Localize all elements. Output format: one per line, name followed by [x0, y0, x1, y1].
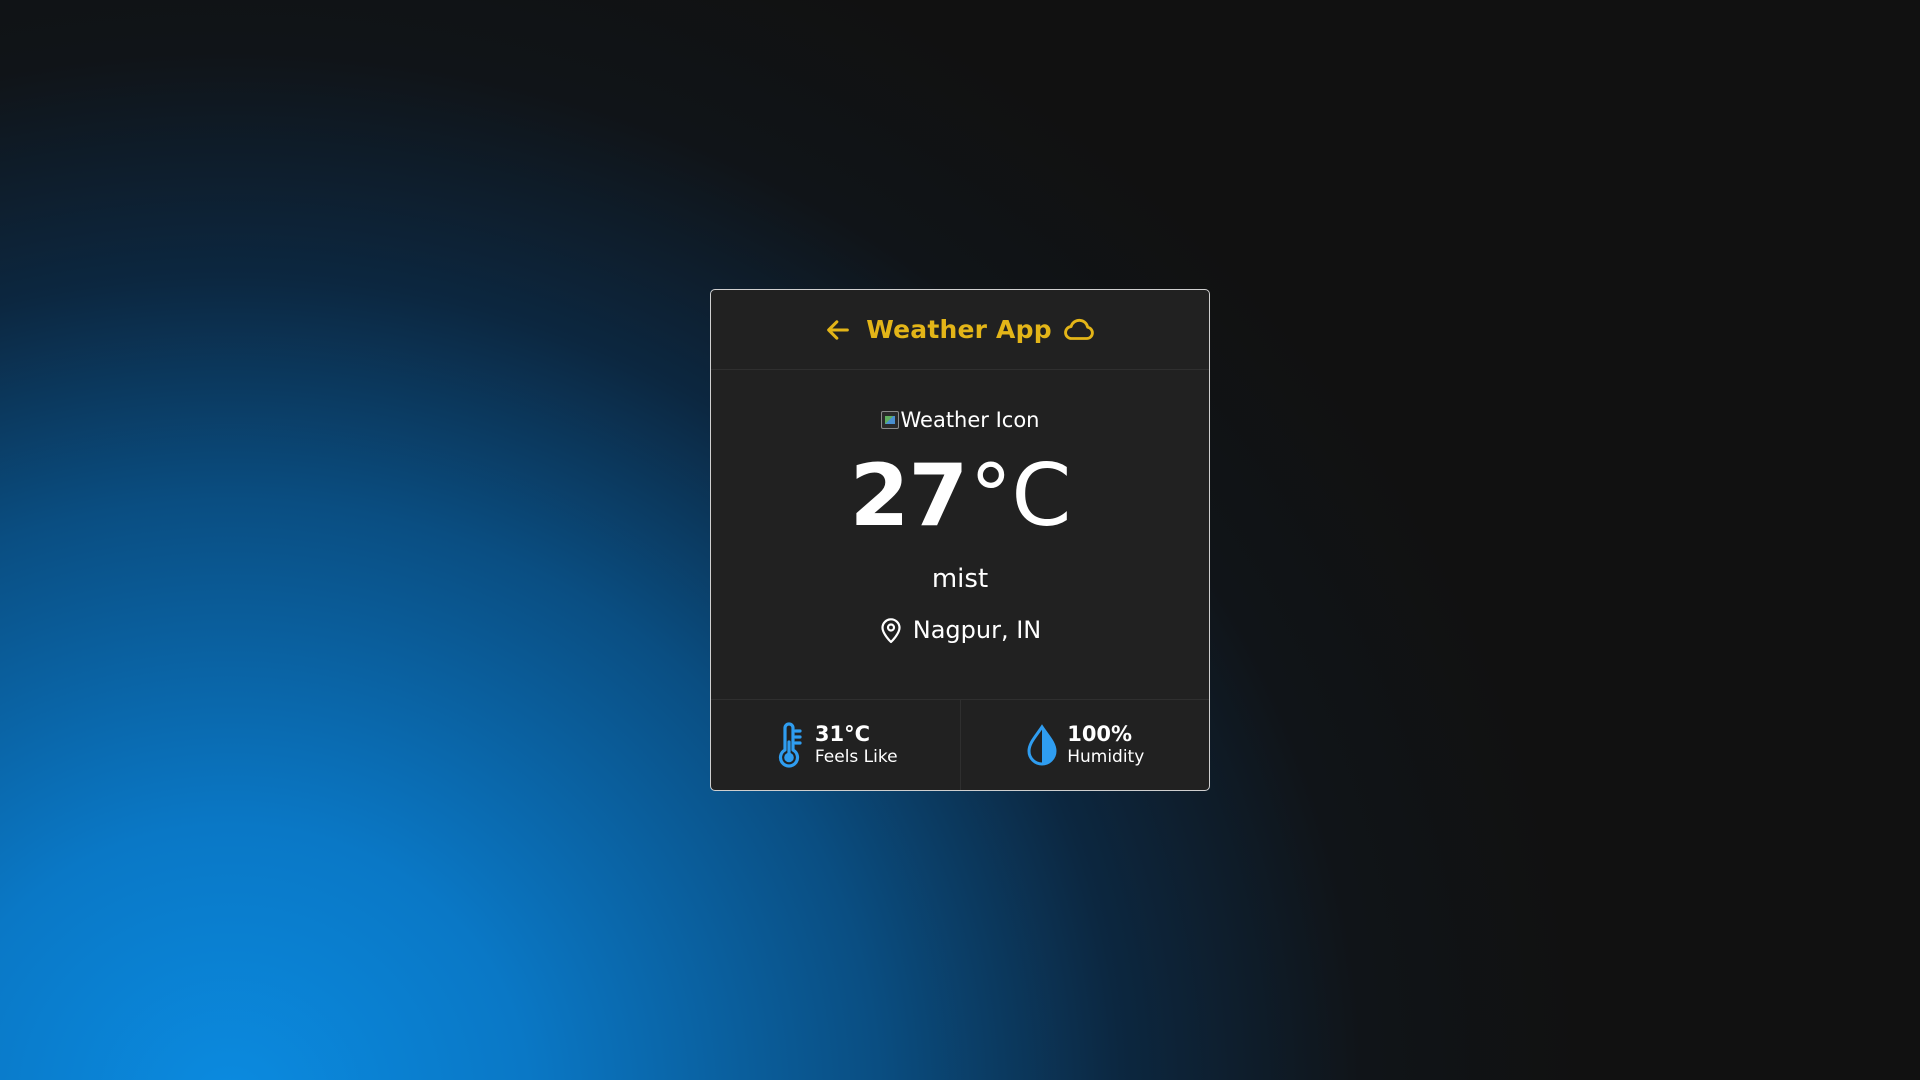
location-name: Nagpur, IN — [912, 616, 1042, 644]
humidity-label: Humidity — [1067, 747, 1145, 767]
card-header: Weather App — [711, 290, 1209, 370]
cloud-icon — [1062, 313, 1096, 347]
thermometer-icon — [773, 722, 807, 768]
weather-icon-alt-text: Weather Icon — [900, 408, 1040, 432]
weather-icon-image: Weather Icon — [880, 406, 1040, 434]
humidity-text: 100% Humidity — [1067, 722, 1144, 768]
temperature-display: 27°C — [850, 450, 1072, 542]
feels-like-text: 31°C Feels Like — [815, 722, 898, 768]
arrow-left-icon[interactable] — [824, 316, 852, 344]
humidity-value: 100% — [1067, 722, 1133, 746]
feels-like-value: 31°C — [814, 722, 871, 746]
app-title: Weather App — [866, 315, 1052, 344]
water-drop-icon — [1025, 722, 1059, 768]
temperature-value: 27 — [849, 446, 969, 546]
map-pin-icon — [879, 616, 903, 644]
broken-image-icon — [880, 411, 899, 429]
weather-card: Weather App Weather Icon 27°C mist Nagpu… — [710, 289, 1210, 791]
humidity-stat: 100% Humidity — [959, 700, 1210, 790]
location: Nagpur, IN — [879, 616, 1042, 644]
weather-details: 31°C Feels Like 100% Humidity — [711, 700, 1209, 790]
weather-description: mist — [931, 564, 989, 594]
current-weather: Weather Icon 27°C mist Nagpur, IN — [711, 370, 1209, 700]
feels-like-label: Feels Like — [814, 747, 898, 767]
feels-like-stat: 31°C Feels Like — [711, 700, 960, 790]
temperature-unit: °C — [969, 446, 1071, 546]
